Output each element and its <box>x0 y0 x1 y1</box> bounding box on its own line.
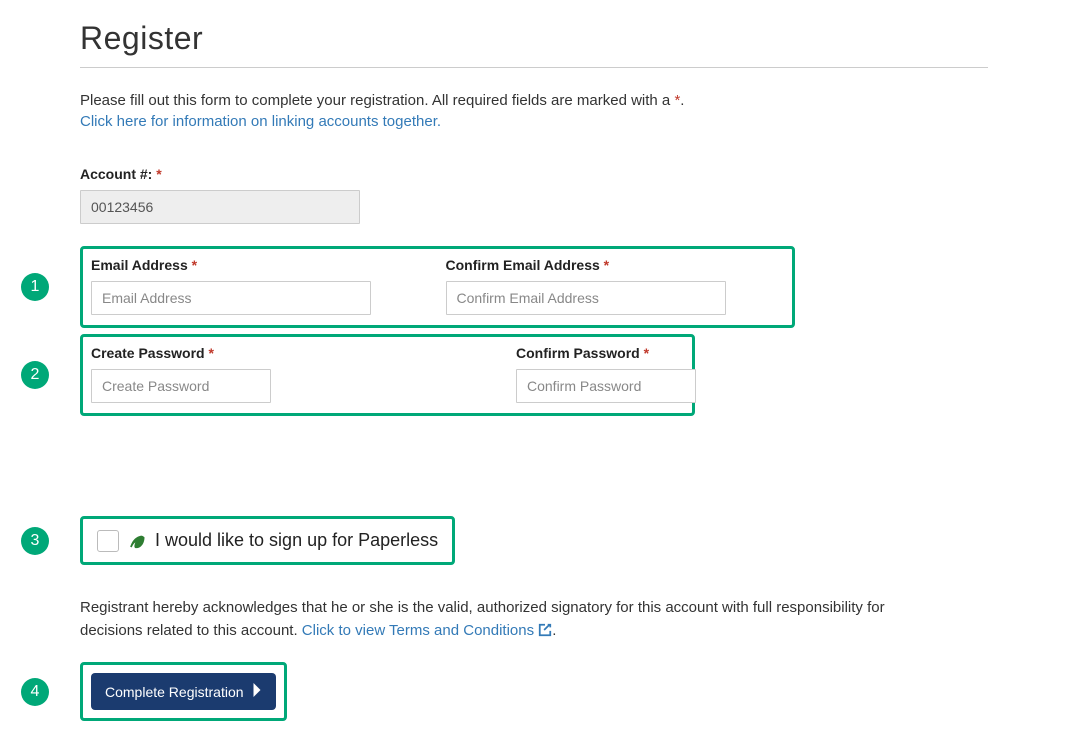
terms-block: Registrant hereby acknowledges that he o… <box>80 597 930 642</box>
paperless-label: I would like to sign up for Paperless <box>155 530 438 551</box>
account-number-input <box>80 190 360 224</box>
title-divider <box>80 67 988 68</box>
paperless-highlight-box: 3 I would like to sign up for Paperless <box>80 516 455 565</box>
account-number-label: Account #: <box>80 166 152 182</box>
confirm-email-input[interactable] <box>446 281 726 315</box>
confirm-password-label: Confirm Password <box>516 345 640 361</box>
create-password-input[interactable] <box>91 369 271 403</box>
confirm-email-label: Confirm Email Address <box>446 257 600 273</box>
leaf-icon <box>127 529 147 552</box>
confirm-password-label-row: Confirm Password * <box>516 345 696 361</box>
email-input[interactable] <box>91 281 371 315</box>
paperless-checkbox[interactable] <box>97 530 119 552</box>
confirm-password-input[interactable] <box>516 369 696 403</box>
chevron-right-icon <box>252 683 262 700</box>
external-link-icon <box>538 622 552 639</box>
account-number-block: Account #: * <box>80 166 988 224</box>
complete-registration-button[interactable]: Complete Registration <box>91 673 276 710</box>
required-mark: * <box>640 345 649 361</box>
email-label-row: Email Address * <box>91 257 438 273</box>
email-label: Email Address <box>91 257 188 273</box>
password-highlight-box: 2 Create Password * Confirm Password * <box>80 334 695 416</box>
required-mark: * <box>152 166 161 182</box>
submit-highlight-box: 4 Complete Registration <box>80 662 287 721</box>
email-highlight-box: 1 Email Address * Confirm Email Address … <box>80 246 795 328</box>
linking-accounts-link[interactable]: Click here for information on linking ac… <box>80 113 441 130</box>
intro-text: Please fill out this form to complete yo… <box>80 92 674 109</box>
terms-link[interactable]: Click to view Terms and Conditions <box>302 622 553 639</box>
required-mark: * <box>205 345 214 361</box>
create-password-label-row: Create Password * <box>91 345 508 361</box>
step-badge-2: 2 <box>21 361 49 389</box>
confirm-email-label-row: Confirm Email Address * <box>446 257 785 273</box>
intro-text-block: Please fill out this form to complete yo… <box>80 92 988 109</box>
step-badge-3: 3 <box>21 527 49 555</box>
step-badge-4: 4 <box>21 678 49 706</box>
terms-period: . <box>552 622 556 639</box>
page-title: Register <box>80 20 988 57</box>
required-mark: * <box>188 257 197 273</box>
intro-period: . <box>680 92 684 109</box>
required-mark: * <box>600 257 609 273</box>
step-badge-1: 1 <box>21 273 49 301</box>
account-number-label-row: Account #: * <box>80 166 988 182</box>
submit-button-label: Complete Registration <box>105 684 244 700</box>
create-password-label: Create Password <box>91 345 205 361</box>
